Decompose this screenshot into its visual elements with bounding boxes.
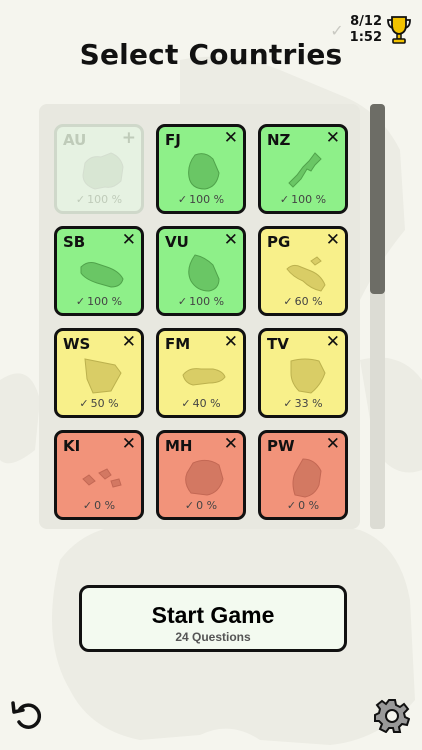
country-code: AU <box>63 131 87 149</box>
country-code: PW <box>267 437 295 455</box>
start-game-label: Start Game <box>151 601 275 628</box>
check-icon: ✓ <box>330 20 344 40</box>
accuracy-value: 0 % <box>196 499 218 512</box>
accuracy-percent: ✓ 0 % <box>261 499 345 512</box>
country-code: PG <box>267 233 291 251</box>
country-shape-icon <box>185 459 224 496</box>
remove-icon[interactable]: ✕ <box>122 230 136 250</box>
country-tile-pw[interactable]: PW ✕ ✓ 0 % <box>258 430 348 520</box>
remove-icon[interactable]: ✕ <box>224 434 238 454</box>
accuracy-value: 0 % <box>298 499 320 512</box>
accuracy-percent: ✓ 100 % <box>159 295 243 308</box>
country-shape-icon <box>286 256 326 292</box>
country-code: NZ <box>267 131 291 149</box>
question-count: 24 Questions <box>175 629 251 644</box>
remove-icon[interactable]: ✕ <box>326 434 340 454</box>
country-tile-fm[interactable]: FM ✕ ✓ 40 % <box>156 328 246 418</box>
gear-icon[interactable] <box>374 697 410 733</box>
accuracy-value: 100 % <box>87 193 123 206</box>
country-tile-pg[interactable]: PG ✕ ✓ 60 % <box>258 226 348 316</box>
accuracy-value: 100 % <box>189 193 225 206</box>
check-icon: ✓ <box>82 499 93 512</box>
check-icon: ✓ <box>283 295 293 308</box>
remove-icon[interactable]: ✕ <box>224 230 238 250</box>
accuracy-percent: ✓ 60 % <box>261 295 345 308</box>
country-shape-icon <box>188 153 220 190</box>
accuracy-percent: ✓ 50 % <box>57 397 141 410</box>
check-icon: ✓ <box>184 499 195 512</box>
add-icon[interactable]: + <box>122 128 136 148</box>
check-icon: ✓ <box>75 295 86 308</box>
check-icon: ✓ <box>79 397 89 410</box>
check-icon: ✓ <box>279 193 290 206</box>
accuracy-value: 60 % <box>294 295 323 308</box>
check-icon: ✓ <box>286 499 297 512</box>
country-code: FM <box>165 335 191 353</box>
accuracy-percent: ✓ 100 % <box>261 193 345 206</box>
country-shape-icon <box>82 468 122 488</box>
country-shape-icon <box>290 358 326 394</box>
country-code: MH <box>165 437 193 455</box>
remove-icon[interactable]: ✕ <box>224 128 238 148</box>
accuracy-percent: ✓ 0 % <box>57 499 141 512</box>
accuracy-percent: ✓ 33 % <box>261 397 345 410</box>
country-code: TV <box>267 335 289 353</box>
country-shape-icon <box>182 368 226 386</box>
accuracy-value: 100 % <box>189 295 225 308</box>
accuracy-value: 33 % <box>294 397 323 410</box>
country-tile-ki[interactable]: KI ✕ ✓ 0 % <box>54 430 144 520</box>
check-icon: ✓ <box>177 295 188 308</box>
remove-icon[interactable]: ✕ <box>326 128 340 148</box>
accuracy-value: 50 % <box>90 397 119 410</box>
country-tile-tv[interactable]: TV ✕ ✓ 33 % <box>258 328 348 418</box>
country-shape-icon <box>82 152 124 190</box>
undo-icon[interactable] <box>10 697 46 733</box>
country-code: WS <box>63 335 91 353</box>
country-shape-icon <box>292 458 322 498</box>
remove-icon[interactable]: ✕ <box>122 434 136 454</box>
country-grid-panel[interactable]: AU + ✓ 100 % FJ ✕ ✓ 100 % NZ ✕ ✓ 100 % SB ✕ ✓ 100 % VU ✕ ✓… <box>39 104 360 529</box>
country-tile-au[interactable]: AU + ✓ 100 % <box>54 124 144 214</box>
check-icon: ✓ <box>177 193 188 206</box>
check-icon: ✓ <box>75 193 86 206</box>
accuracy-percent: ✓ 100 % <box>57 295 141 308</box>
remove-icon[interactable]: ✕ <box>122 332 136 352</box>
remove-icon[interactable]: ✕ <box>326 332 340 352</box>
progress-count: 8/12 <box>350 14 382 29</box>
check-icon: ✓ <box>283 397 293 410</box>
country-tile-vu[interactable]: VU ✕ ✓ 100 % <box>156 226 246 316</box>
accuracy-value: 40 % <box>192 397 221 410</box>
country-shape-icon <box>80 262 124 288</box>
accuracy-percent: ✓ 100 % <box>159 193 243 206</box>
remove-icon[interactable]: ✕ <box>224 332 238 352</box>
scrollbar-thumb[interactable] <box>370 104 385 294</box>
scrollbar[interactable] <box>370 104 385 529</box>
check-icon: ✓ <box>181 397 191 410</box>
accuracy-value: 100 % <box>291 193 327 206</box>
country-shape-icon <box>84 358 122 394</box>
accuracy-percent: ✓ 100 % <box>57 193 141 206</box>
start-game-button[interactable]: Start Game 24 Questions <box>79 585 347 652</box>
accuracy-percent: ✓ 40 % <box>159 397 243 410</box>
country-code: FJ <box>165 131 181 149</box>
country-tile-ws[interactable]: WS ✕ ✓ 50 % <box>54 328 144 418</box>
accuracy-percent: ✓ 0 % <box>159 499 243 512</box>
country-tile-sb[interactable]: SB ✕ ✓ 100 % <box>54 226 144 316</box>
country-code: KI <box>63 437 81 455</box>
country-tile-nz[interactable]: NZ ✕ ✓ 100 % <box>258 124 348 214</box>
page-title: Select Countries <box>79 38 343 71</box>
country-shape-icon <box>188 254 220 292</box>
accuracy-value: 100 % <box>87 295 123 308</box>
accuracy-value: 0 % <box>94 499 116 512</box>
country-shape-icon <box>288 152 322 188</box>
country-tile-mh[interactable]: MH ✕ ✓ 0 % <box>156 430 246 520</box>
country-code: SB <box>63 233 86 251</box>
country-code: VU <box>165 233 189 251</box>
remove-icon[interactable]: ✕ <box>326 230 340 250</box>
country-tile-fj[interactable]: FJ ✕ ✓ 100 % <box>156 124 246 214</box>
